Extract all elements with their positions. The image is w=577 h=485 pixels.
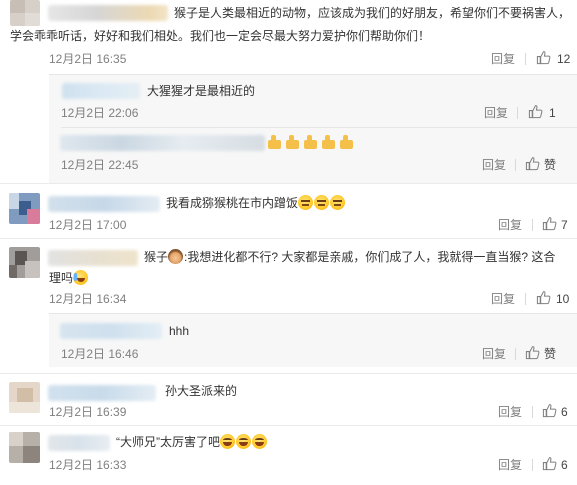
username-redacted[interactable] — [48, 385, 156, 401]
username-redacted[interactable] — [62, 83, 140, 99]
meh-face-icon — [298, 195, 314, 210]
comment-divider — [0, 183, 577, 184]
comment-text: “大师兄”太厉害了吧 — [116, 432, 268, 452]
username-redacted[interactable] — [60, 135, 265, 151]
like-count: 10 — [556, 292, 570, 306]
divider — [49, 313, 577, 314]
comment-text-body: :我想进化都不行? 大家都是亲戚，你们成了人，我就得一直当猴? 这合 — [184, 250, 556, 264]
divider — [525, 293, 526, 305]
reply-button[interactable]: 回复 — [484, 105, 508, 121]
laughing-face-icon — [252, 434, 267, 449]
comment-divider — [0, 373, 577, 374]
thumbs-up-emoji-icon — [286, 135, 301, 149]
comment-divider — [0, 238, 577, 239]
like-count: 6 — [561, 405, 568, 419]
thumbs-up-icon[interactable] — [536, 290, 551, 305]
reply-button[interactable]: 回复 — [482, 157, 506, 173]
thumbs-up-emoji-icon — [304, 135, 319, 149]
comment-time: 12月2日 16:39 — [49, 405, 127, 419]
reply-button[interactable]: 回复 — [498, 457, 522, 473]
thumbs-up-icon[interactable] — [542, 456, 557, 471]
reply-time: 12月2日 22:45 — [61, 158, 139, 172]
thumbs-up-icon[interactable] — [528, 104, 543, 119]
thumbs-up-icon[interactable] — [542, 403, 557, 418]
comment-text-body: 我看成猕猴桃在市内蹭饭 — [166, 196, 299, 210]
laughing-face-icon — [236, 434, 251, 449]
divider — [517, 107, 518, 119]
reply-button[interactable]: 回复 — [482, 346, 506, 362]
comment-text: 猴子 :我想进化都不行? 大家都是亲戚，你们成了人，我就得一直当猴? 这合 — [144, 247, 555, 267]
comment-time: 12月2日 16:34 — [49, 292, 127, 306]
username-redacted[interactable] — [48, 196, 160, 212]
reply-button[interactable]: 回复 — [491, 291, 515, 307]
reply-time: 12月2日 16:46 — [61, 347, 139, 361]
avatar[interactable] — [9, 432, 40, 463]
like-count: 6 — [561, 458, 568, 472]
username-redacted[interactable] — [48, 250, 138, 266]
comment-text: 孙大圣派来的 — [165, 384, 238, 398]
reply-text: hhh — [169, 324, 190, 338]
meh-face-icon — [314, 195, 330, 210]
reply-button[interactable]: 回复 — [498, 404, 522, 420]
like-label[interactable]: 赞 — [544, 157, 556, 173]
thumbs-up-icon[interactable] — [525, 345, 540, 360]
comment-divider — [0, 425, 577, 426]
avatar[interactable] — [9, 193, 40, 224]
monkey-face-icon — [168, 249, 184, 264]
comment-time: 12月2日 16:33 — [49, 458, 127, 472]
like-count: 12 — [557, 52, 571, 66]
comment-text: 猴子是人类最相近的动物，应该成为我们的好朋友，希望你们不要祸害人， — [174, 6, 571, 20]
comment-text-prefix: 猴子 — [144, 250, 169, 264]
thumbs-up-emoji-icon — [322, 135, 337, 149]
thumbs-up-emoji-icon — [340, 135, 355, 149]
comment-text-body: “大师兄”太厉害了吧 — [116, 435, 220, 449]
comment-time: 12月2日 16:35 — [49, 52, 127, 66]
divider — [525, 53, 526, 65]
divider — [532, 406, 533, 418]
like-label[interactable]: 赞 — [544, 346, 556, 362]
reply-button[interactable]: 回复 — [498, 217, 522, 233]
avatar[interactable] — [10, 0, 40, 26]
meh-face-icon — [330, 195, 346, 210]
like-count: 1 — [549, 106, 556, 120]
comment-text-line2: 理吗 — [49, 268, 89, 288]
comment-text-line2: 学会乖乖听话，好好和我们相处。我们也一定会尽最大努力爱护你们帮助你们！ — [10, 29, 431, 43]
divider — [61, 127, 577, 128]
username-redacted[interactable] — [48, 5, 168, 21]
divider — [49, 74, 577, 75]
divider — [532, 459, 533, 471]
avatar[interactable] — [9, 247, 40, 278]
laughing-crying-face-icon — [73, 270, 89, 285]
thumbs-up-icon[interactable] — [542, 216, 557, 231]
comment-text: 我看成猕猴桃在市内蹭饭 — [166, 193, 346, 213]
avatar[interactable] — [9, 382, 40, 413]
reply-text — [268, 133, 358, 153]
username-redacted[interactable] — [60, 323, 162, 339]
thumbs-up-icon[interactable] — [525, 156, 540, 171]
reply-text: 大猩猩才是最相近的 — [147, 84, 256, 98]
comment-text-body: 理吗 — [49, 271, 74, 285]
reply-button[interactable]: 回复 — [491, 51, 515, 67]
like-count: 7 — [561, 218, 568, 232]
thumbs-up-icon[interactable] — [536, 50, 551, 65]
divider — [515, 348, 516, 360]
username-redacted[interactable] — [48, 435, 110, 451]
comment-time: 12月2日 17:00 — [49, 218, 127, 232]
divider — [532, 219, 533, 231]
reply-time: 12月2日 22:06 — [61, 106, 139, 120]
thumbs-up-emoji-icon — [268, 135, 283, 149]
laughing-face-icon — [220, 434, 235, 449]
divider — [515, 159, 516, 171]
